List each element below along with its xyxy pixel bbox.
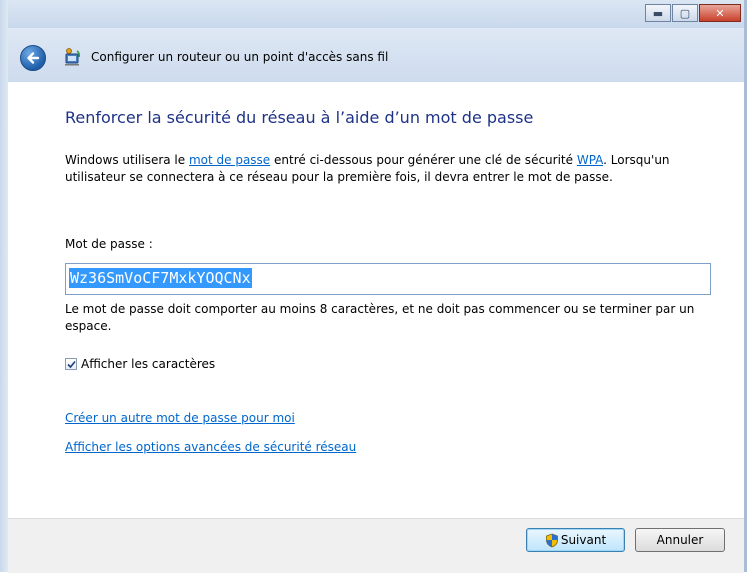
caption-buttons: ▬ ▢ ✕ [645, 4, 741, 24]
title-bar: ▬ ▢ ✕ [0, 0, 747, 28]
password-help-link[interactable]: mot de passe [189, 153, 270, 167]
wpa-help-link[interactable]: WPA [577, 153, 603, 167]
back-button[interactable] [20, 45, 46, 71]
wizard-title: Configurer un routeur ou un point d'accè… [91, 50, 389, 64]
password-hint: Le mot de passe doit comporter au moins … [65, 302, 695, 333]
uac-shield-icon [545, 533, 558, 547]
network-wizard-icon [65, 48, 81, 66]
generate-password-link[interactable]: Créer un autre mot de passe pour moi [65, 411, 295, 425]
cancel-button[interactable]: Annuler [635, 528, 725, 552]
cancel-button-label: Annuler [656, 533, 704, 547]
show-characters-label: Afficher les caractères [81, 357, 216, 371]
password-value: Wz36SmVoCF7MxkYOQCNx [69, 268, 252, 288]
back-arrow-icon [27, 52, 40, 64]
intro-text-1: Windows utilisera le [65, 153, 189, 167]
intro-paragraph: Windows utilisera le mot de passe entré … [65, 152, 725, 186]
minimize-button[interactable]: ▬ [645, 4, 671, 22]
checkmark-icon [66, 360, 76, 368]
window-frame-left [0, 0, 8, 572]
intro-text-2: entré ci-dessous pour générer une clé de… [270, 153, 577, 167]
maximize-button[interactable]: ▢ [672, 4, 698, 22]
wizard-window: ▬ ▢ ✕ Configurer un routeur ou un point … [0, 0, 747, 573]
button-bar [8, 518, 744, 573]
show-characters-checkbox[interactable] [65, 358, 77, 370]
password-input[interactable]: Wz36SmVoCF7MxkYOQCNx [65, 263, 711, 295]
show-characters-row[interactable]: Afficher les caractères [65, 357, 215, 371]
advanced-security-link[interactable]: Afficher les options avancées de sécurit… [65, 440, 356, 454]
page-heading: Renforcer la sécurité du réseau à l’aide… [65, 108, 534, 127]
next-button[interactable]: Suivant [526, 528, 625, 552]
password-label: Mot de passe : [65, 237, 153, 251]
close-button[interactable]: ✕ [699, 4, 741, 22]
next-button-label: Suivant [560, 533, 607, 547]
